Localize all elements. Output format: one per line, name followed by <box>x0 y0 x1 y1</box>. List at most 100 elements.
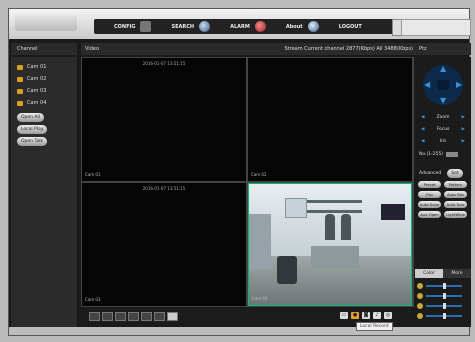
video-tile[interactable]: 2016-01-07 13:51:15 Cam 01 <box>82 58 246 181</box>
slider-knob[interactable] <box>443 303 446 309</box>
preset-button[interactable]: Preset <box>418 181 441 188</box>
auto-scan-button[interactable]: Auto Scan <box>418 201 441 208</box>
tile-label: Cam 02 <box>251 172 267 177</box>
tab-color[interactable]: Color <box>415 269 443 278</box>
zoom-out-icon[interactable]: ◀ <box>421 115 424 120</box>
scene-window <box>285 198 307 218</box>
main-nav: CONFIG SEARCH ALARM About LOGOUT <box>94 19 402 36</box>
layout-6-button[interactable] <box>115 312 126 321</box>
contrast-slider[interactable] <box>426 293 462 299</box>
channel-item[interactable]: Cam 03 <box>11 85 77 97</box>
saturation-slider[interactable] <box>426 303 462 309</box>
audio-icon[interactable]: ♪ <box>373 312 381 319</box>
scene-table <box>311 246 359 268</box>
scene-shelf <box>307 210 362 213</box>
contrast-icon <box>417 293 423 299</box>
tile-label: Cam 04 <box>252 296 268 301</box>
auto-pan-button[interactable]: Auto Pan <box>444 191 467 198</box>
channel-item[interactable]: Cam 02 <box>11 73 77 85</box>
local-play-button[interactable]: Local Play <box>17 125 48 134</box>
video-header-label: Video <box>85 46 100 52</box>
right-arrow-icon[interactable]: ▶ <box>456 80 462 89</box>
scene-cabinet <box>249 214 271 269</box>
set-button[interactable]: Set <box>447 169 463 178</box>
video-tools: ▭ ● ◙ ♪ ◎ <box>340 312 392 319</box>
snapshot-icon[interactable]: ◙ <box>362 312 370 319</box>
nav-scroll-area[interactable] <box>401 19 471 36</box>
local-record-tooltip: Local Record <box>356 322 393 331</box>
flip-button[interactable]: Flip <box>418 191 441 198</box>
slider-knob[interactable] <box>443 293 446 299</box>
layout-16-button[interactable] <box>154 312 165 321</box>
nav-config[interactable]: CONFIG <box>114 21 152 32</box>
preset-number-input[interactable] <box>446 152 459 157</box>
layout-1-button[interactable] <box>89 312 100 321</box>
video-toolbar: ▭ ● ◙ ♪ ◎ <box>81 309 414 323</box>
top-bar: CONFIG SEARCH ALARM About LOGOUT <box>9 9 471 39</box>
footer-strip <box>9 327 469 335</box>
hue-slider[interactable] <box>426 313 462 319</box>
color-tabs: Color More <box>415 269 471 278</box>
video-tile[interactable]: 2016-01-07 13:51:15 Cam 03 <box>82 183 246 306</box>
settings-icon[interactable]: ◎ <box>384 312 392 319</box>
video-tile[interactable]: Cam 02 <box>248 58 412 181</box>
ptz-panel: ▲ ▼ ◀ ▶ ◀ Zoom ▶ ◀ Focus ▶ ◀ Iris ▶ No.(1-255)… <box>415 57 471 327</box>
focus-near-icon[interactable]: ◀ <box>421 127 424 132</box>
ptz-function-buttons: Preset Pattern Flip Auto Pan Auto Scan A… <box>418 181 470 218</box>
layout-selector <box>89 312 178 321</box>
video-header: Video Stream Current channel 2877(Kbps) … <box>81 43 415 55</box>
config-icon <box>140 21 152 32</box>
video-tile-active[interactable]: Cam 04 <box>248 183 412 306</box>
auto-tour-button[interactable]: Auto Tour <box>444 201 467 208</box>
open-all-button[interactable]: Open All <box>17 113 45 122</box>
hue-row <box>417 311 469 321</box>
nav-logout[interactable]: LOGOUT <box>339 24 362 30</box>
preset-number-row: No.(1-255) <box>419 152 459 157</box>
zoom-in-icon[interactable]: ▶ <box>462 115 465 120</box>
monitor-icon[interactable]: ▭ <box>340 312 348 319</box>
scene-shelf <box>307 200 362 203</box>
nav-search[interactable]: SEARCH <box>171 21 211 32</box>
ptz-center-button[interactable] <box>437 80 449 90</box>
camera-icon <box>17 64 23 70</box>
color-sliders <box>417 281 469 321</box>
up-arrow-icon[interactable]: ▲ <box>440 64 446 73</box>
brightness-icon <box>417 283 423 289</box>
slider-knob[interactable] <box>443 313 446 319</box>
layout-9-button[interactable] <box>141 312 152 321</box>
left-arrow-icon[interactable]: ◀ <box>424 80 430 89</box>
layout-fullscreen-button[interactable] <box>167 312 178 321</box>
stream-rate: Stream Current channel 2877(Kbps) All 34… <box>284 46 413 52</box>
slider-knob[interactable] <box>443 283 446 289</box>
nav-about[interactable]: About <box>286 21 319 32</box>
tile-label: Cam 01 <box>85 172 101 177</box>
light-wipe-button[interactable]: LightWipe <box>444 211 467 218</box>
pattern-button[interactable]: Pattern <box>444 181 467 188</box>
iris-close-icon[interactable]: ◀ <box>421 139 424 144</box>
scene-monitor <box>381 204 405 220</box>
camera-icon <box>17 100 23 106</box>
scene-figure <box>341 214 351 240</box>
record-icon[interactable]: ● <box>351 312 359 319</box>
dvr-window: CONFIG SEARCH ALARM About LOGOUT Channel <box>8 8 471 336</box>
channel-item[interactable]: Cam 01 <box>11 61 77 73</box>
aux-open-button[interactable]: Aux Open <box>418 211 441 218</box>
hue-icon <box>417 313 423 319</box>
brightness-slider[interactable] <box>426 283 462 289</box>
open-talk-button[interactable]: Open Talk <box>17 137 48 146</box>
tile-label: Cam 03 <box>85 297 101 302</box>
ptz-joystick[interactable]: ▲ ▼ ◀ ▶ <box>423 64 463 105</box>
channel-panel: Cam 01 Cam 02 Cam 03 Cam 04 Open All Loc… <box>11 57 77 327</box>
layout-4-button[interactable] <box>102 312 113 321</box>
channel-item[interactable]: Cam 04 <box>11 97 77 109</box>
camera-icon <box>17 76 23 82</box>
scene-figure <box>325 214 335 240</box>
tab-more[interactable]: More <box>443 269 471 278</box>
camera-icon <box>17 88 23 94</box>
channel-header: Channel <box>11 43 77 55</box>
focus-far-icon[interactable]: ▶ <box>462 127 465 132</box>
layout-8-button[interactable] <box>128 312 139 321</box>
nav-alarm[interactable]: ALARM <box>230 21 266 32</box>
iris-open-icon[interactable]: ▶ <box>462 139 465 144</box>
down-arrow-icon[interactable]: ▼ <box>440 96 446 105</box>
